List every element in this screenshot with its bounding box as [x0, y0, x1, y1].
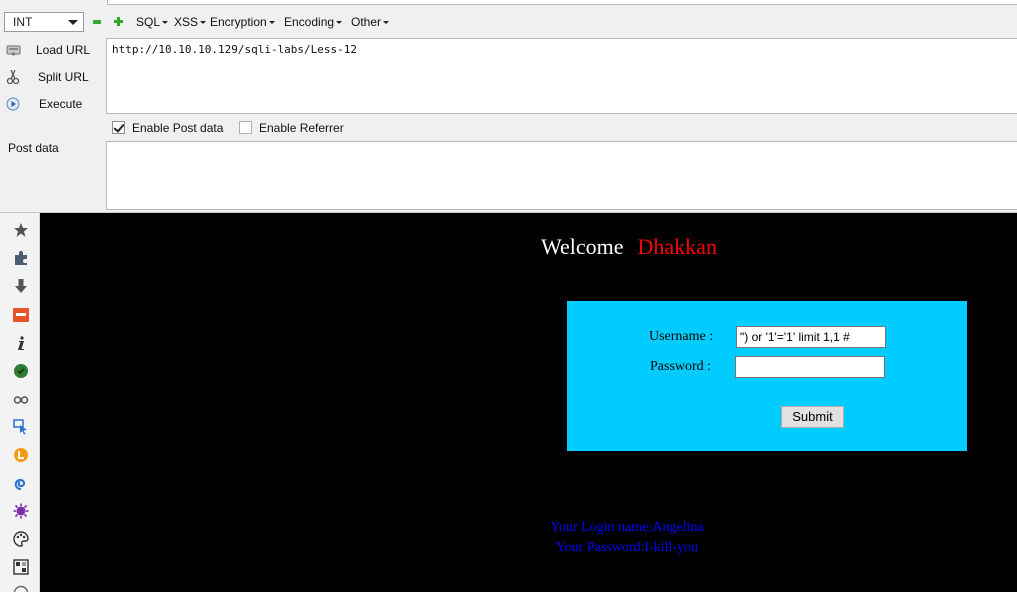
- circle-icon[interactable]: [13, 585, 29, 592]
- info-icon[interactable]: [13, 335, 29, 351]
- menu-encryption-label: Encryption: [210, 15, 267, 29]
- swirl-icon[interactable]: [13, 475, 29, 491]
- shield-icon[interactable]: [13, 363, 29, 379]
- post-data-textarea[interactable]: [106, 141, 1017, 210]
- menu-xss-label: XSS: [174, 15, 199, 29]
- password-input[interactable]: [735, 356, 885, 378]
- caret-down-icon: [383, 21, 390, 25]
- menu-other-label: Other: [351, 15, 382, 29]
- caret-down-icon: [336, 21, 343, 25]
- enable-referrer-label: Enable Referrer: [259, 121, 344, 135]
- enable-post-label: Enable Post data: [132, 121, 224, 135]
- grid-icon[interactable]: [13, 559, 29, 575]
- menu-sql-label: SQL: [136, 15, 161, 29]
- menu-encoding[interactable]: Encoding: [284, 15, 343, 29]
- menu-other[interactable]: Other: [351, 15, 390, 29]
- load-url-icon: [6, 45, 21, 56]
- hackbar-panel: INT SQL XSS Encryption Encoding Other Lo…: [0, 0, 1017, 213]
- play-icon: [6, 97, 20, 111]
- menu-sql[interactable]: SQL: [136, 15, 169, 29]
- type-select-value: INT: [13, 15, 33, 29]
- top-strip: [0, 0, 1017, 6]
- login-password-result: Your Password:I-kill-you: [555, 540, 699, 555]
- url-textarea[interactable]: http://10.10.10.129/sqli-labs/Less-12: [106, 38, 1017, 114]
- username-label: Username :: [649, 329, 714, 344]
- plus-icon[interactable]: [114, 17, 124, 27]
- welcome-text: Welcome: [541, 234, 624, 259]
- addon-sidebar: [0, 213, 40, 592]
- menu-encryption[interactable]: Encryption: [210, 15, 275, 29]
- virus-icon[interactable]: [13, 503, 29, 519]
- palette-icon[interactable]: [13, 531, 29, 547]
- welcome-heading: Welcome Dhakkan: [541, 234, 717, 260]
- chevron-down-icon: [68, 20, 78, 25]
- minus-icon[interactable]: [93, 20, 101, 24]
- glasses-icon[interactable]: [13, 391, 29, 407]
- post-data-label: Post data: [8, 141, 59, 155]
- load-url-label: Load URL: [36, 43, 91, 57]
- login-name-result: Your Login name:Angelina: [550, 520, 704, 535]
- ws-icon[interactable]: [13, 307, 29, 323]
- enable-referrer-checkbox[interactable]: [239, 121, 252, 134]
- caret-down-icon: [162, 21, 169, 25]
- username-input[interactable]: ") or '1'='1' limit 1,1 #: [736, 326, 886, 348]
- pointer-icon[interactable]: [13, 419, 29, 435]
- type-select[interactable]: INT: [4, 12, 84, 32]
- split-url-label: Split URL: [38, 70, 89, 84]
- execute-label: Execute: [39, 97, 83, 111]
- password-label: Password :: [650, 359, 712, 374]
- menu-encoding-label: Encoding: [284, 15, 335, 29]
- coin-icon[interactable]: [13, 447, 29, 463]
- menu-xss[interactable]: XSS: [174, 15, 207, 29]
- login-form: Username : ") or '1'='1' limit 1,1 # Pas…: [567, 301, 967, 451]
- welcome-name: Dhakkan: [637, 234, 717, 259]
- enable-post-checkbox[interactable]: [112, 121, 125, 134]
- caret-down-icon: [268, 21, 275, 25]
- web-page: Welcome Dhakkan Username : ") or '1'='1' …: [40, 213, 1017, 592]
- download-icon[interactable]: [13, 278, 29, 294]
- submit-button[interactable]: Submit: [781, 406, 844, 428]
- scissors-icon: [6, 70, 20, 84]
- caret-down-icon: [200, 21, 207, 25]
- puzzle-icon[interactable]: [13, 250, 29, 266]
- star-icon[interactable]: [13, 222, 29, 238]
